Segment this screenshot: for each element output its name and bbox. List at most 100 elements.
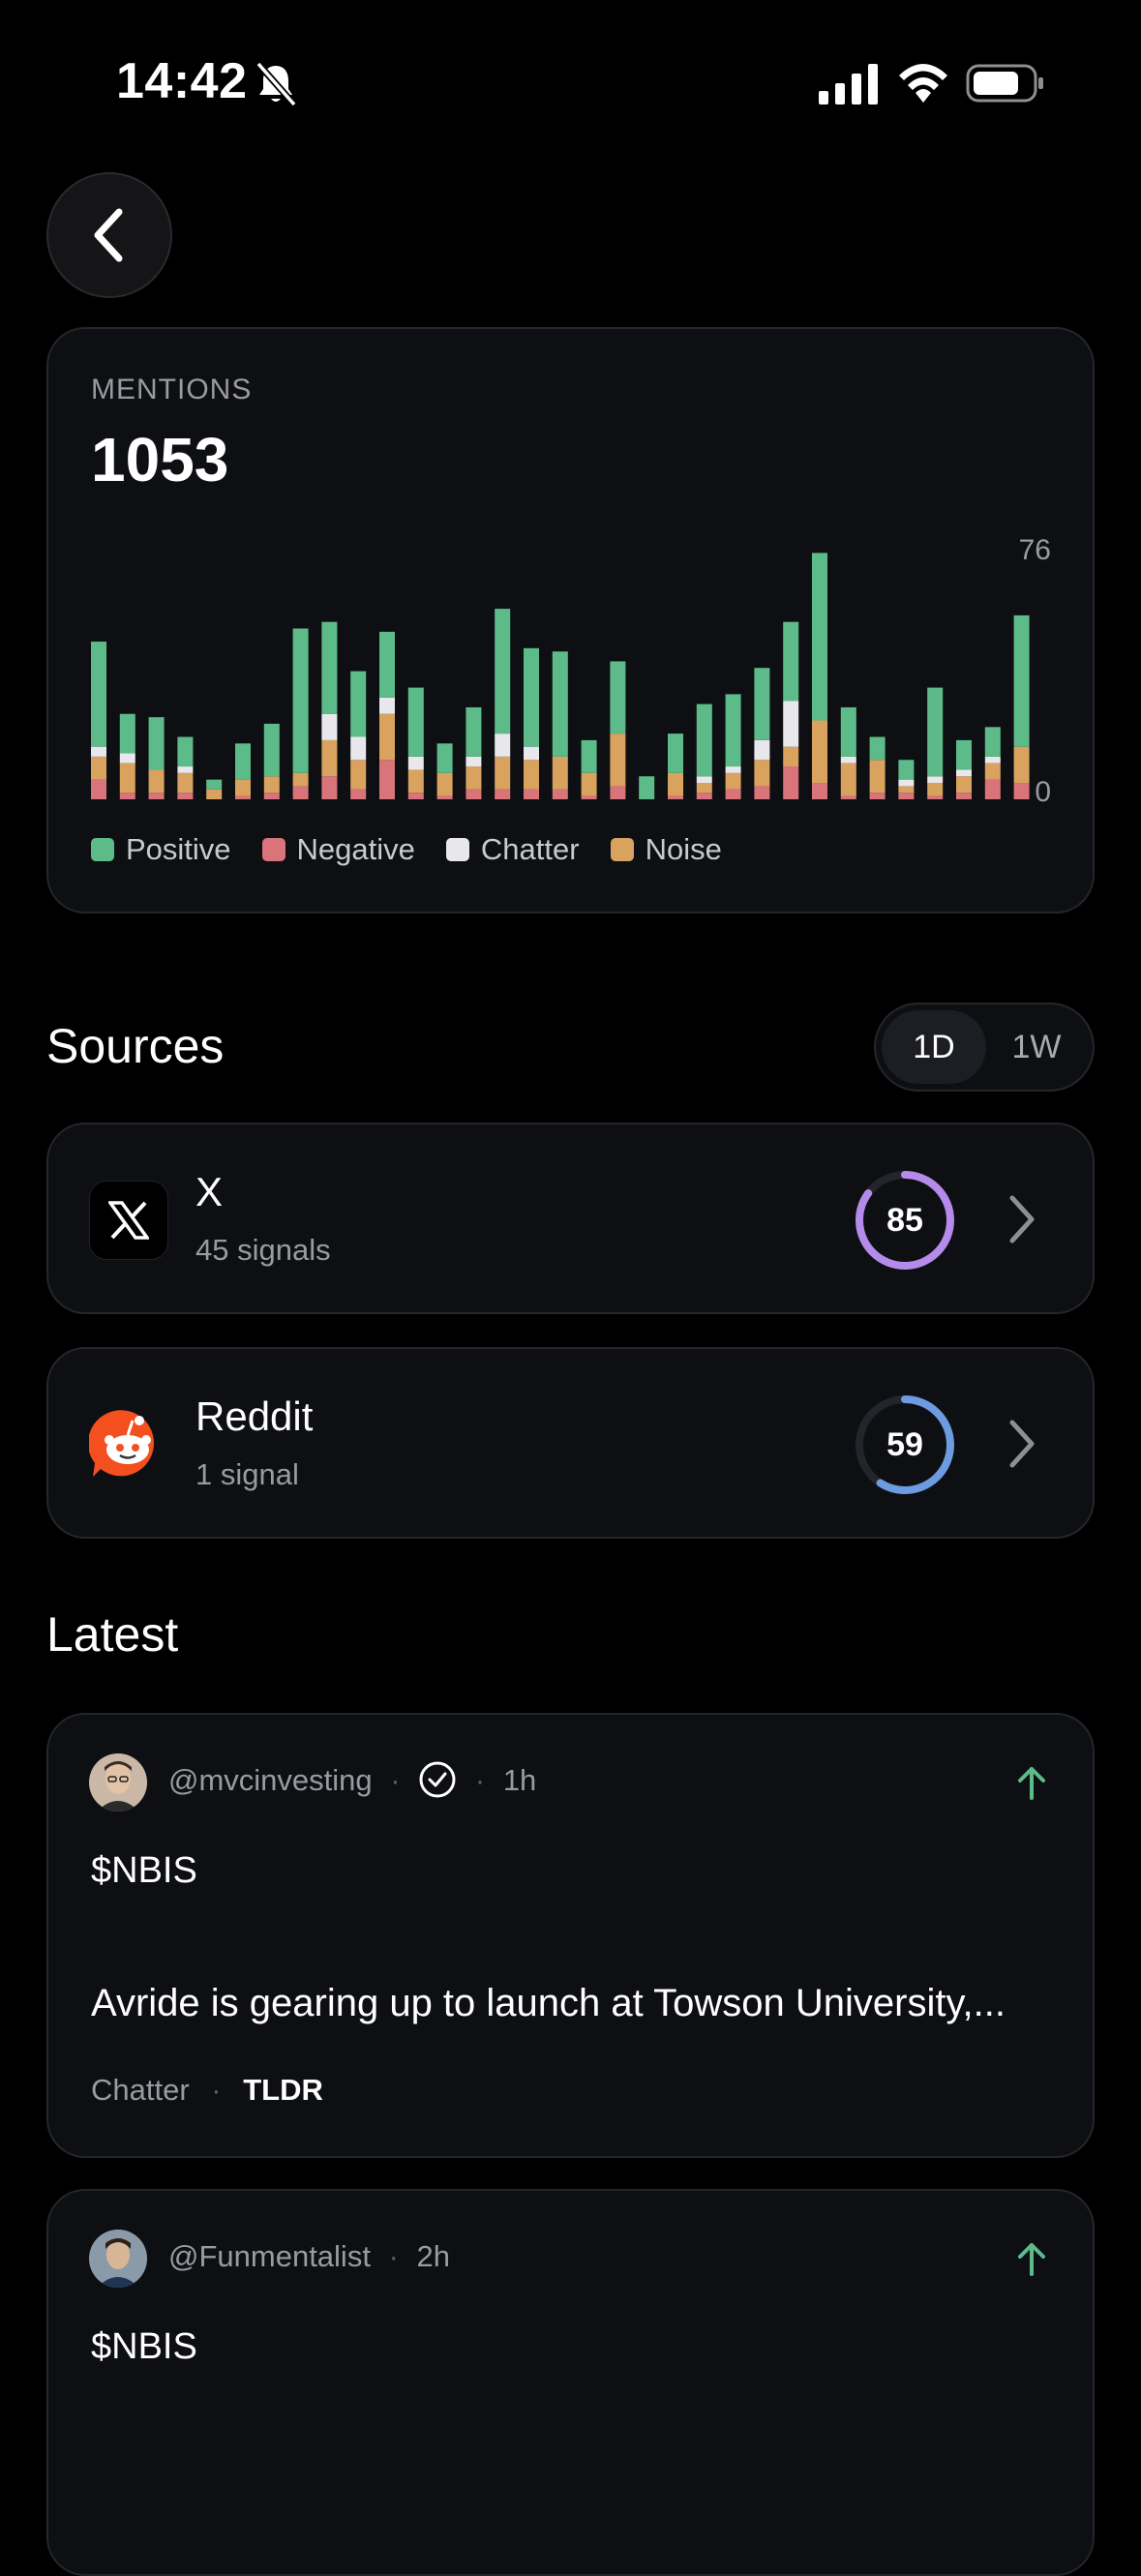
source-name: X [195,1169,224,1214]
post-card[interactable]: @mvcinvesting · · 1h $NBIS Avride is gea… [46,1713,1095,2158]
mentions-chart: 76 0 [91,534,1051,808]
source-name: Reddit [195,1393,314,1439]
bar-segment-noise [292,772,309,787]
legend-item-positive: Positive [91,832,231,867]
arrow-up-icon [1018,1767,1045,1800]
x-logo-icon [89,1181,168,1260]
source-signals: 1 signal [195,1457,299,1491]
bar-segment-noise [321,739,338,777]
bar-segment-positive [379,631,395,698]
post-meta: @Funmentalist · 2h [168,2239,450,2273]
toggle-1d[interactable]: 1D [882,1010,986,1084]
verified-icon [419,1761,456,1798]
bar-segment-noise [984,763,1001,780]
bar-segment-negative [581,795,597,799]
bar-segment-positive [610,661,626,734]
post-time: 2h [416,2239,450,2273]
bar-segment-negative [263,793,280,799]
bar-segment-positive [321,621,338,714]
bar-segment-positive [350,671,367,737]
bar-segment-negative [436,795,453,799]
bar-segment-chatter [524,746,539,761]
bar-segment-noise [436,772,453,796]
bar-segment-positive [119,713,135,754]
bar-segment-negative [956,793,972,799]
bar-segment-noise [581,772,597,796]
bar-segment-negative [292,786,309,799]
bar-segment-negative [725,789,741,799]
bar-segment-negative [177,793,194,799]
latest-title: Latest [46,1607,179,1662]
bar-segment-positive [783,621,799,702]
y-tick-min: 0 [1035,776,1051,808]
bar-segment-negative [91,779,106,799]
chevron-left-icon [94,208,123,262]
bar-segment-chatter [465,756,482,767]
bar-segment-chatter [754,739,770,761]
bar-segment-negative [754,786,770,799]
source-signals: 45 signals [195,1233,331,1267]
bar-segment-noise [495,756,511,790]
bar-segment-negative [524,789,539,799]
bar-segment-chatter [321,713,338,740]
post-handle[interactable]: @Funmentalist [168,2239,371,2273]
bar-segment-noise [927,783,944,796]
bar-segment-chatter [898,779,915,787]
bar-segment-negative [148,793,165,799]
post-handle[interactable]: @mvcinvesting [168,1763,373,1797]
bar-segment-chatter [956,769,972,777]
legend-item-chatter: Chatter [445,832,580,867]
post-body: Avride is gearing up to launch at Towson… [91,1982,1006,2024]
bar-segment-negative [495,789,511,799]
bar-segment-negative [552,789,568,799]
bar-segment-noise [956,776,972,794]
legend-swatch [91,838,114,861]
bar-segment-chatter [984,756,1001,764]
bar-segment-noise [407,769,424,794]
bar-segment-noise [610,734,626,787]
bar-segment-noise [1013,746,1030,784]
post-card[interactable]: @Funmentalist · 2h $NBIS [46,2189,1095,2576]
post-ticker: $NBIS [91,2326,197,2367]
bar-segment-positive [263,723,280,777]
bar-segment-positive [725,694,741,767]
avatar [89,2230,147,2288]
bar-segment-positive [235,743,251,780]
bar-segment-noise [379,713,395,761]
chevron-right-icon [1009,1195,1035,1243]
arrow-up-icon [1018,2243,1045,2276]
score-value: 59 [886,1425,923,1463]
bar-segment-positive [552,651,568,757]
tldr-link[interactable]: TLDR [243,2073,323,2107]
bar-segment-negative [927,795,944,799]
bar-segment-noise [465,766,482,790]
legend-label: Negative [296,832,415,866]
bar-segment-positive [148,717,165,770]
bar-segment-negative [840,795,856,799]
bar-segment-positive [812,553,827,721]
bar-segment-positive [639,776,655,799]
post-ticker: $NBIS [91,1850,197,1891]
chart-legend: Positive Negative Chatter Noise [91,832,722,867]
bar-segment-positive [436,743,453,773]
bar-segment-chatter [119,753,135,764]
bar-segment-chatter [696,776,712,784]
bar-segment-positive [177,736,194,767]
wifi-icon [899,64,947,103]
bar-segment-positive [984,727,1001,757]
bar-segment-noise [869,760,886,794]
bar-segment-negative [407,793,424,799]
bar-segment-positive [898,760,915,780]
toggle-1w[interactable]: 1W [986,1010,1087,1084]
bar-segment-negative [783,766,799,799]
source-row-reddit[interactable]: Reddit 1 signal 59 [46,1347,1095,1539]
bar-segment-chatter [91,746,106,757]
reddit-logo-icon [87,1405,166,1483]
bar-segment-noise [177,772,194,794]
back-button[interactable] [46,172,172,298]
source-row-x[interactable]: X 45 signals 85 [46,1123,1095,1314]
bar-segment-negative [812,783,827,799]
bar-segment-negative [869,793,886,799]
bar-segment-negative [465,789,482,799]
timeframe-toggle[interactable]: 1D 1W [874,1003,1095,1092]
